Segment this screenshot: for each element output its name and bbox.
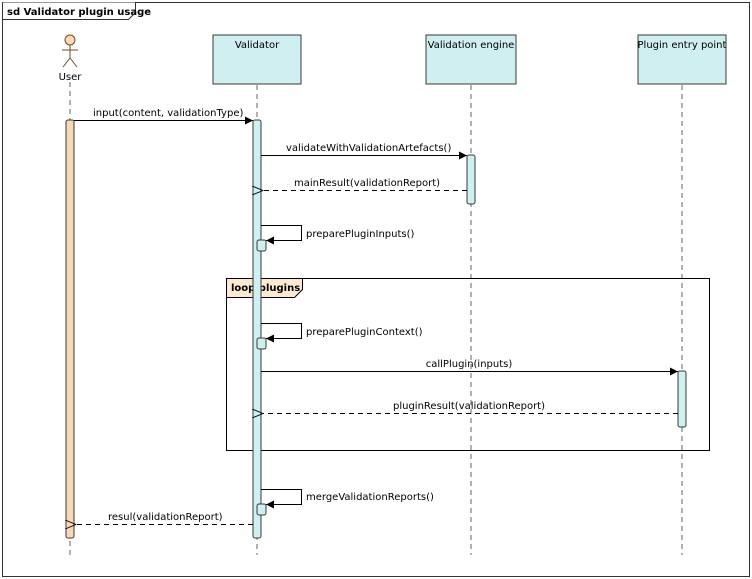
plugin-activation xyxy=(677,370,687,428)
validator-self-activation-2 xyxy=(256,337,267,350)
prepare-context-label: preparePluginContext() xyxy=(306,327,423,338)
result-label: resul(validationReport) xyxy=(108,512,223,523)
plugin-label: Plugin entry point xyxy=(638,40,727,51)
frame-title: sd Validator plugin usage xyxy=(7,7,151,18)
call-plugin-label: callPlugin(inputs) xyxy=(426,359,513,370)
main-result-label: mainResult(validationReport) xyxy=(294,178,440,189)
user-label: User xyxy=(59,72,83,83)
loop-label: loop plugins xyxy=(231,283,300,294)
validator-self-activation-3 xyxy=(256,503,267,516)
prepare-inputs-label: preparePluginInputs() xyxy=(306,229,415,240)
input-message-label: input(content, validationType) xyxy=(93,108,243,119)
engine-label: Validation engine xyxy=(428,40,515,51)
validate-message-label: validateWithValidationArtefacts() xyxy=(286,143,451,154)
engine-activation xyxy=(466,154,476,205)
validator-activation xyxy=(252,119,262,539)
plugin-result-label: pluginResult(validationReport) xyxy=(393,401,545,412)
validator-label: Validator xyxy=(235,40,280,51)
sequence-diagram: sd Validator plugin usage User Validator… xyxy=(2,2,750,577)
diagram-frame xyxy=(2,2,750,577)
user-activation xyxy=(65,119,75,539)
merge-label: mergeValidationReports() xyxy=(306,492,434,503)
validator-self-activation-1 xyxy=(256,239,267,252)
